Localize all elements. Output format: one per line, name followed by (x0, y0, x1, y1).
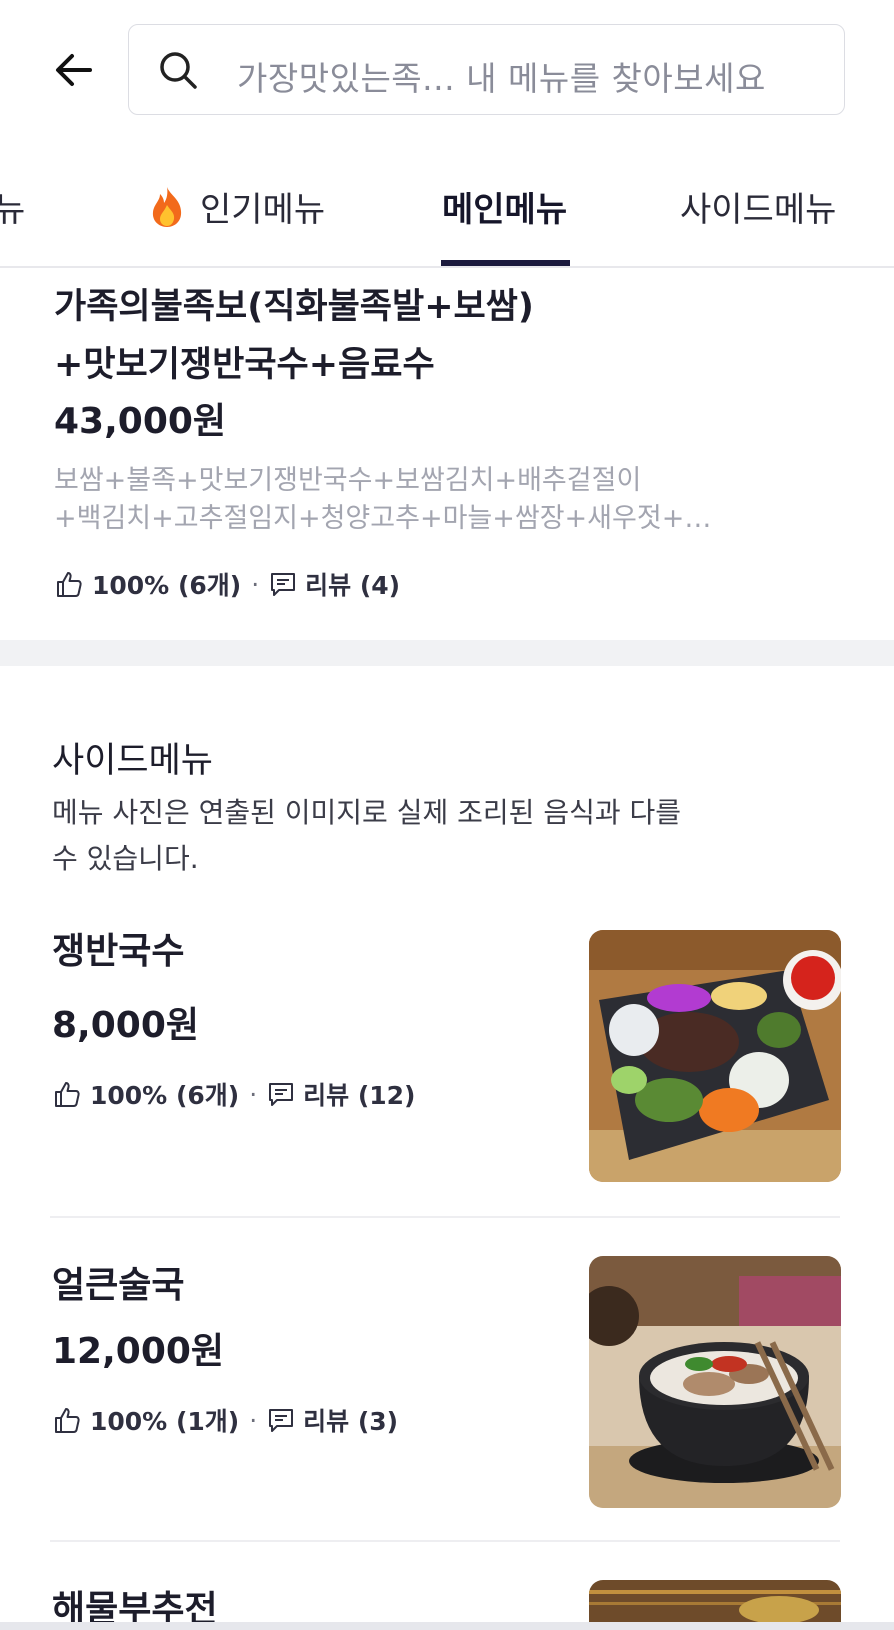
header: 가장맛있는족... 내 메뉴를 찾아보세요 (0, 0, 894, 140)
featured-item-description: 보쌈+불족+맛보기쟁반국수+보쌈김치+배추겉절이 +백김치+고추절임지+청양고추… (54, 462, 774, 538)
tab-main-menu[interactable]: 메인메뉴 (442, 182, 567, 231)
reviews-text: 리뷰 (4) (305, 571, 401, 600)
thumbs-up-icon (55, 1408, 80, 1433)
thumbs-up-icon (57, 572, 82, 597)
review-icon (269, 1083, 294, 1106)
reviews-text: 리뷰 (3) (303, 1407, 399, 1436)
review-icon (269, 1409, 294, 1432)
item-divider (50, 1216, 840, 1218)
category-tabs: 뉴 인기메뉴 메인메뉴 사이드메뉴 (0, 150, 894, 268)
item-divider (50, 1540, 840, 1542)
review-icon (271, 573, 296, 596)
section-divider (0, 640, 894, 666)
tab-popular[interactable]: 인기메뉴 (148, 182, 325, 231)
menu-item-price: 12,000원 (52, 1331, 225, 1372)
tab-popular-label: 인기메뉴 (200, 190, 326, 230)
menu-item-stats: 100% (1개) · 리뷰 (3) (52, 1402, 398, 1438)
search-icon (160, 52, 197, 89)
tab-side-menu[interactable]: 사이드메뉴 (680, 182, 836, 231)
menu-item-name: 쟁반국수 (52, 931, 185, 972)
note-line-2: 수 있습니다. (52, 842, 199, 875)
tab-previous[interactable]: 뉴 (0, 182, 25, 231)
section-title: 사이드메뉴 (52, 741, 214, 781)
noodle-platter-image (589, 930, 841, 1182)
desc-line-2: +백김치+고추절임지+청양고추+마늘+쌈장+새우젓+… (54, 503, 712, 534)
back-arrow-icon[interactable] (50, 46, 98, 94)
rating-text: 100% (6개) (92, 571, 242, 600)
bottom-edge (0, 1622, 894, 1630)
menu-item-name: 얼큰술국 (52, 1265, 185, 1306)
menu-item-stats: 100% (6개) · 리뷰 (12) (52, 1076, 416, 1112)
separator-dot: · (249, 1405, 258, 1435)
pancake-image (589, 1580, 841, 1622)
rating-text: 100% (6개) (90, 1081, 240, 1110)
featured-item-price: 43,000원 (54, 401, 227, 442)
soup-image (589, 1256, 841, 1508)
featured-item-title: 가족의불족보(직화불족발+보쌈) +맛보기쟁반국수+음료수 (54, 278, 814, 394)
active-tab-indicator (441, 260, 570, 266)
separator-dot: · (251, 569, 260, 599)
note-line-1: 메뉴 사진은 연출된 이미지로 실제 조리된 음식과 다를 (52, 796, 682, 829)
desc-line-1: 보쌈+불족+맛보기쟁반국수+보쌈김치+배추겉절이 (54, 465, 642, 496)
fire-icon (152, 186, 182, 227)
separator-dot: · (249, 1079, 258, 1109)
title-line-1: 가족의불족보(직화불족발+보쌈) (54, 287, 534, 327)
search-input[interactable]: 가장맛있는족... 내 메뉴를 찾아보세요 (128, 24, 845, 115)
thumbs-up-icon (55, 1082, 80, 1107)
reviews-text: 리뷰 (12) (303, 1081, 416, 1110)
search-placeholder: 가장맛있는족... 내 메뉴를 찾아보세요 (237, 59, 766, 98)
featured-item-stats: 100% (6개) · 리뷰 (4) (54, 566, 400, 602)
title-line-2: +맛보기쟁반국수+음료수 (54, 345, 435, 385)
section-note: 메뉴 사진은 연출된 이미지로 실제 조리된 음식과 다를 수 있습니다. (52, 790, 752, 882)
rating-text: 100% (1개) (90, 1407, 240, 1436)
menu-item-price: 8,000원 (52, 1005, 199, 1046)
